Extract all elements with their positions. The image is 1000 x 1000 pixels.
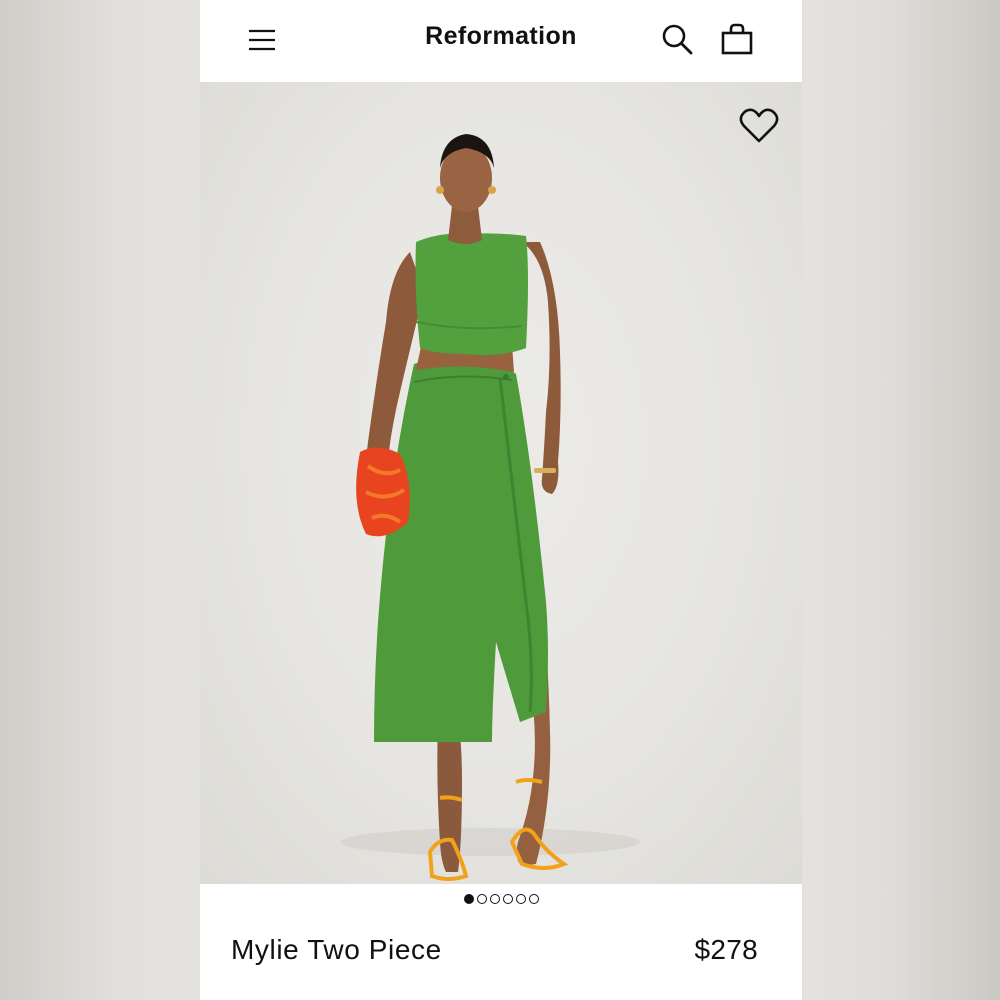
gallery-dot-2[interactable] <box>476 894 487 904</box>
gallery-dot-5[interactable] <box>515 894 526 904</box>
shopping-bag-button[interactable] <box>718 20 756 58</box>
search-button[interactable] <box>658 20 696 58</box>
product-price: $278 <box>694 934 758 965</box>
brand-logo[interactable]: Reformation <box>200 22 802 51</box>
app-screen: Reformation Mylie Two Piece $278 <box>200 0 802 1000</box>
gallery-pagination <box>200 894 802 904</box>
shopping-bag-icon <box>721 23 753 55</box>
heart-icon <box>739 108 779 143</box>
gallery-dot-4[interactable] <box>502 894 513 904</box>
product-name: Mylie Two Piece <box>231 934 442 965</box>
gallery-dot-1[interactable] <box>463 894 474 904</box>
wishlist-button[interactable] <box>736 104 782 148</box>
search-icon <box>662 24 693 55</box>
product-image-gallery[interactable] <box>200 82 802 884</box>
gallery-dot-3[interactable] <box>489 894 500 904</box>
gallery-dot-6[interactable] <box>528 894 539 904</box>
product-photo <box>340 134 640 881</box>
top-navigation-bar: Reformation <box>200 0 802 82</box>
